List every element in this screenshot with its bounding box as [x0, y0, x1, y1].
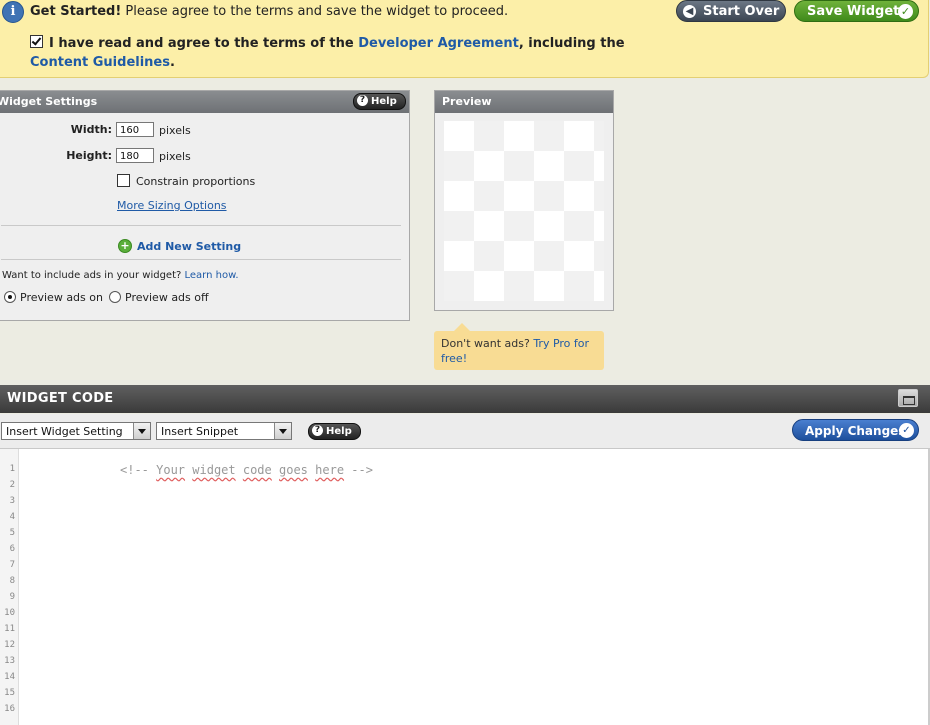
agree-row: I have read and agree to the terms of th… [30, 34, 670, 72]
line-number: 6 [9, 544, 15, 554]
line-number: 7 [9, 560, 15, 570]
add-setting-button[interactable]: + Add New Setting [118, 239, 242, 254]
line-number: 11 [4, 624, 15, 634]
code-word: here [315, 463, 345, 477]
line-number: 1 [9, 464, 15, 474]
plus-icon: + [118, 239, 132, 253]
code-line-1: <!-- Your widget code goes here --> [120, 463, 373, 477]
divider [1, 259, 401, 260]
code-word: goes [279, 463, 308, 477]
width-unit: pixels [159, 124, 191, 137]
line-number: 2 [9, 480, 15, 490]
line-number: 12 [4, 640, 15, 650]
back-arrow-icon: ◀ [683, 5, 696, 18]
widget-settings-title: Widget Settings [0, 95, 98, 108]
line-number: 4 [9, 512, 15, 522]
chevron-down-icon [274, 423, 291, 439]
start-over-button[interactable]: ◀ Start Over [676, 0, 786, 22]
developer-agreement-link[interactable]: Developer Agreement [358, 36, 519, 51]
save-widget-button[interactable]: Save Widget ✓ [794, 0, 919, 22]
widget-settings-panel: Widget Settings ? Help Width: 160 pixels … [0, 90, 410, 321]
line-number: 8 [9, 576, 15, 586]
ads-question-row: Want to include ads in your widget? Lear… [2, 270, 239, 281]
ads-off-label: Preview ads off [125, 291, 209, 304]
divider [1, 225, 401, 226]
checkmark-icon: ✓ [899, 423, 914, 438]
comment-close: --> [344, 463, 373, 477]
widget-settings-header: Widget Settings ? Help [0, 91, 409, 113]
question-icon: ? [357, 94, 368, 106]
line-number-gutter: 1 2 3 4 5 6 7 8 9 10 11 12 13 14 15 16 [0, 449, 19, 725]
constrain-row: Constrain proportions [117, 173, 256, 189]
info-icon: i [2, 1, 24, 23]
insert-setting-value: Insert Widget Setting [6, 425, 123, 438]
ads-on-label: Preview ads on [20, 291, 103, 304]
line-number: 9 [9, 592, 15, 602]
insert-snippet-value: Insert Snippet [161, 425, 239, 438]
line-number: 14 [4, 672, 15, 682]
content-guidelines-link[interactable]: Content Guidelines [30, 55, 170, 70]
preview-panel: Preview [434, 90, 614, 311]
widget-code-header: WIDGET CODE [0, 385, 930, 413]
code-help-label: Help [326, 426, 352, 437]
ads-tooltip: Don't want ads? Try Pro for free! [434, 323, 604, 370]
ads-off-option[interactable]: Preview ads off [109, 291, 209, 304]
agree-checkbox[interactable] [30, 35, 43, 48]
agree-prefix: I have read and agree to the terms of th… [49, 36, 354, 51]
banner-message-text: Please agree to the terms and save the w… [125, 4, 509, 19]
expand-icon[interactable] [898, 389, 918, 407]
add-setting-label: Add New Setting [137, 240, 242, 253]
code-editor[interactable]: 1 2 3 4 5 6 7 8 9 10 11 12 13 14 15 16 <… [0, 449, 930, 725]
comment-open: <!-- [120, 463, 157, 477]
line-number: 3 [9, 496, 15, 506]
learn-how-link[interactable]: Learn how. [184, 270, 238, 281]
insert-widget-setting-select[interactable]: Insert Widget Setting [1, 422, 151, 440]
code-word: widget [192, 463, 236, 477]
banner-message: Get Started! Please agree to the terms a… [30, 4, 508, 19]
settings-help-button[interactable]: ? Help [353, 93, 406, 110]
more-sizing-link[interactable]: More Sizing Options [117, 199, 227, 212]
apply-changes-button[interactable]: Apply Changes ✓ [792, 419, 919, 441]
code-word: Your [156, 463, 186, 477]
height-input[interactable]: 180 [116, 148, 154, 163]
preview-canvas [444, 121, 604, 301]
get-started-label: Get Started! [30, 4, 122, 19]
checkmark-icon: ✓ [898, 4, 913, 19]
width-input[interactable]: 160 [116, 122, 154, 137]
constrain-label: Constrain proportions [136, 175, 256, 188]
line-number: 13 [4, 656, 15, 666]
apply-changes-label: Apply Changes [805, 424, 906, 438]
chevron-down-icon [133, 423, 150, 439]
settings-help-label: Help [371, 96, 397, 107]
line-number: 5 [9, 528, 15, 538]
height-label: Height: [66, 149, 112, 162]
line-number: 16 [4, 704, 15, 714]
preview-header: Preview [435, 91, 613, 113]
line-number: 15 [4, 688, 15, 698]
preview-title: Preview [442, 95, 492, 108]
constrain-checkbox[interactable] [117, 173, 130, 187]
code-help-button[interactable]: ? Help [308, 423, 361, 440]
width-label: Width: [70, 123, 112, 136]
agree-mid: , including the [518, 36, 625, 51]
question-icon: ? [312, 424, 323, 436]
ads-question: Want to include ads in your widget? [2, 270, 182, 281]
ads-off-radio[interactable] [109, 291, 121, 303]
start-over-label: Start Over [703, 4, 780, 19]
ads-on-option[interactable]: Preview ads on [4, 291, 103, 304]
agreement-banner: i Get Started! Please agree to the terms… [0, 0, 929, 78]
widget-code-title: WIDGET CODE [7, 391, 114, 406]
tooltip-text: Don't want ads? [441, 337, 530, 350]
line-number: 10 [4, 608, 15, 618]
agree-suffix: . [169, 55, 175, 70]
height-unit: pixels [159, 150, 191, 163]
code-toolbar: Insert Widget Setting Insert Snippet ? He… [0, 414, 930, 449]
code-word: code [242, 463, 272, 477]
save-widget-label: Save Widget [807, 4, 900, 19]
ads-on-radio[interactable] [4, 291, 16, 303]
insert-snippet-select[interactable]: Insert Snippet [156, 422, 292, 440]
